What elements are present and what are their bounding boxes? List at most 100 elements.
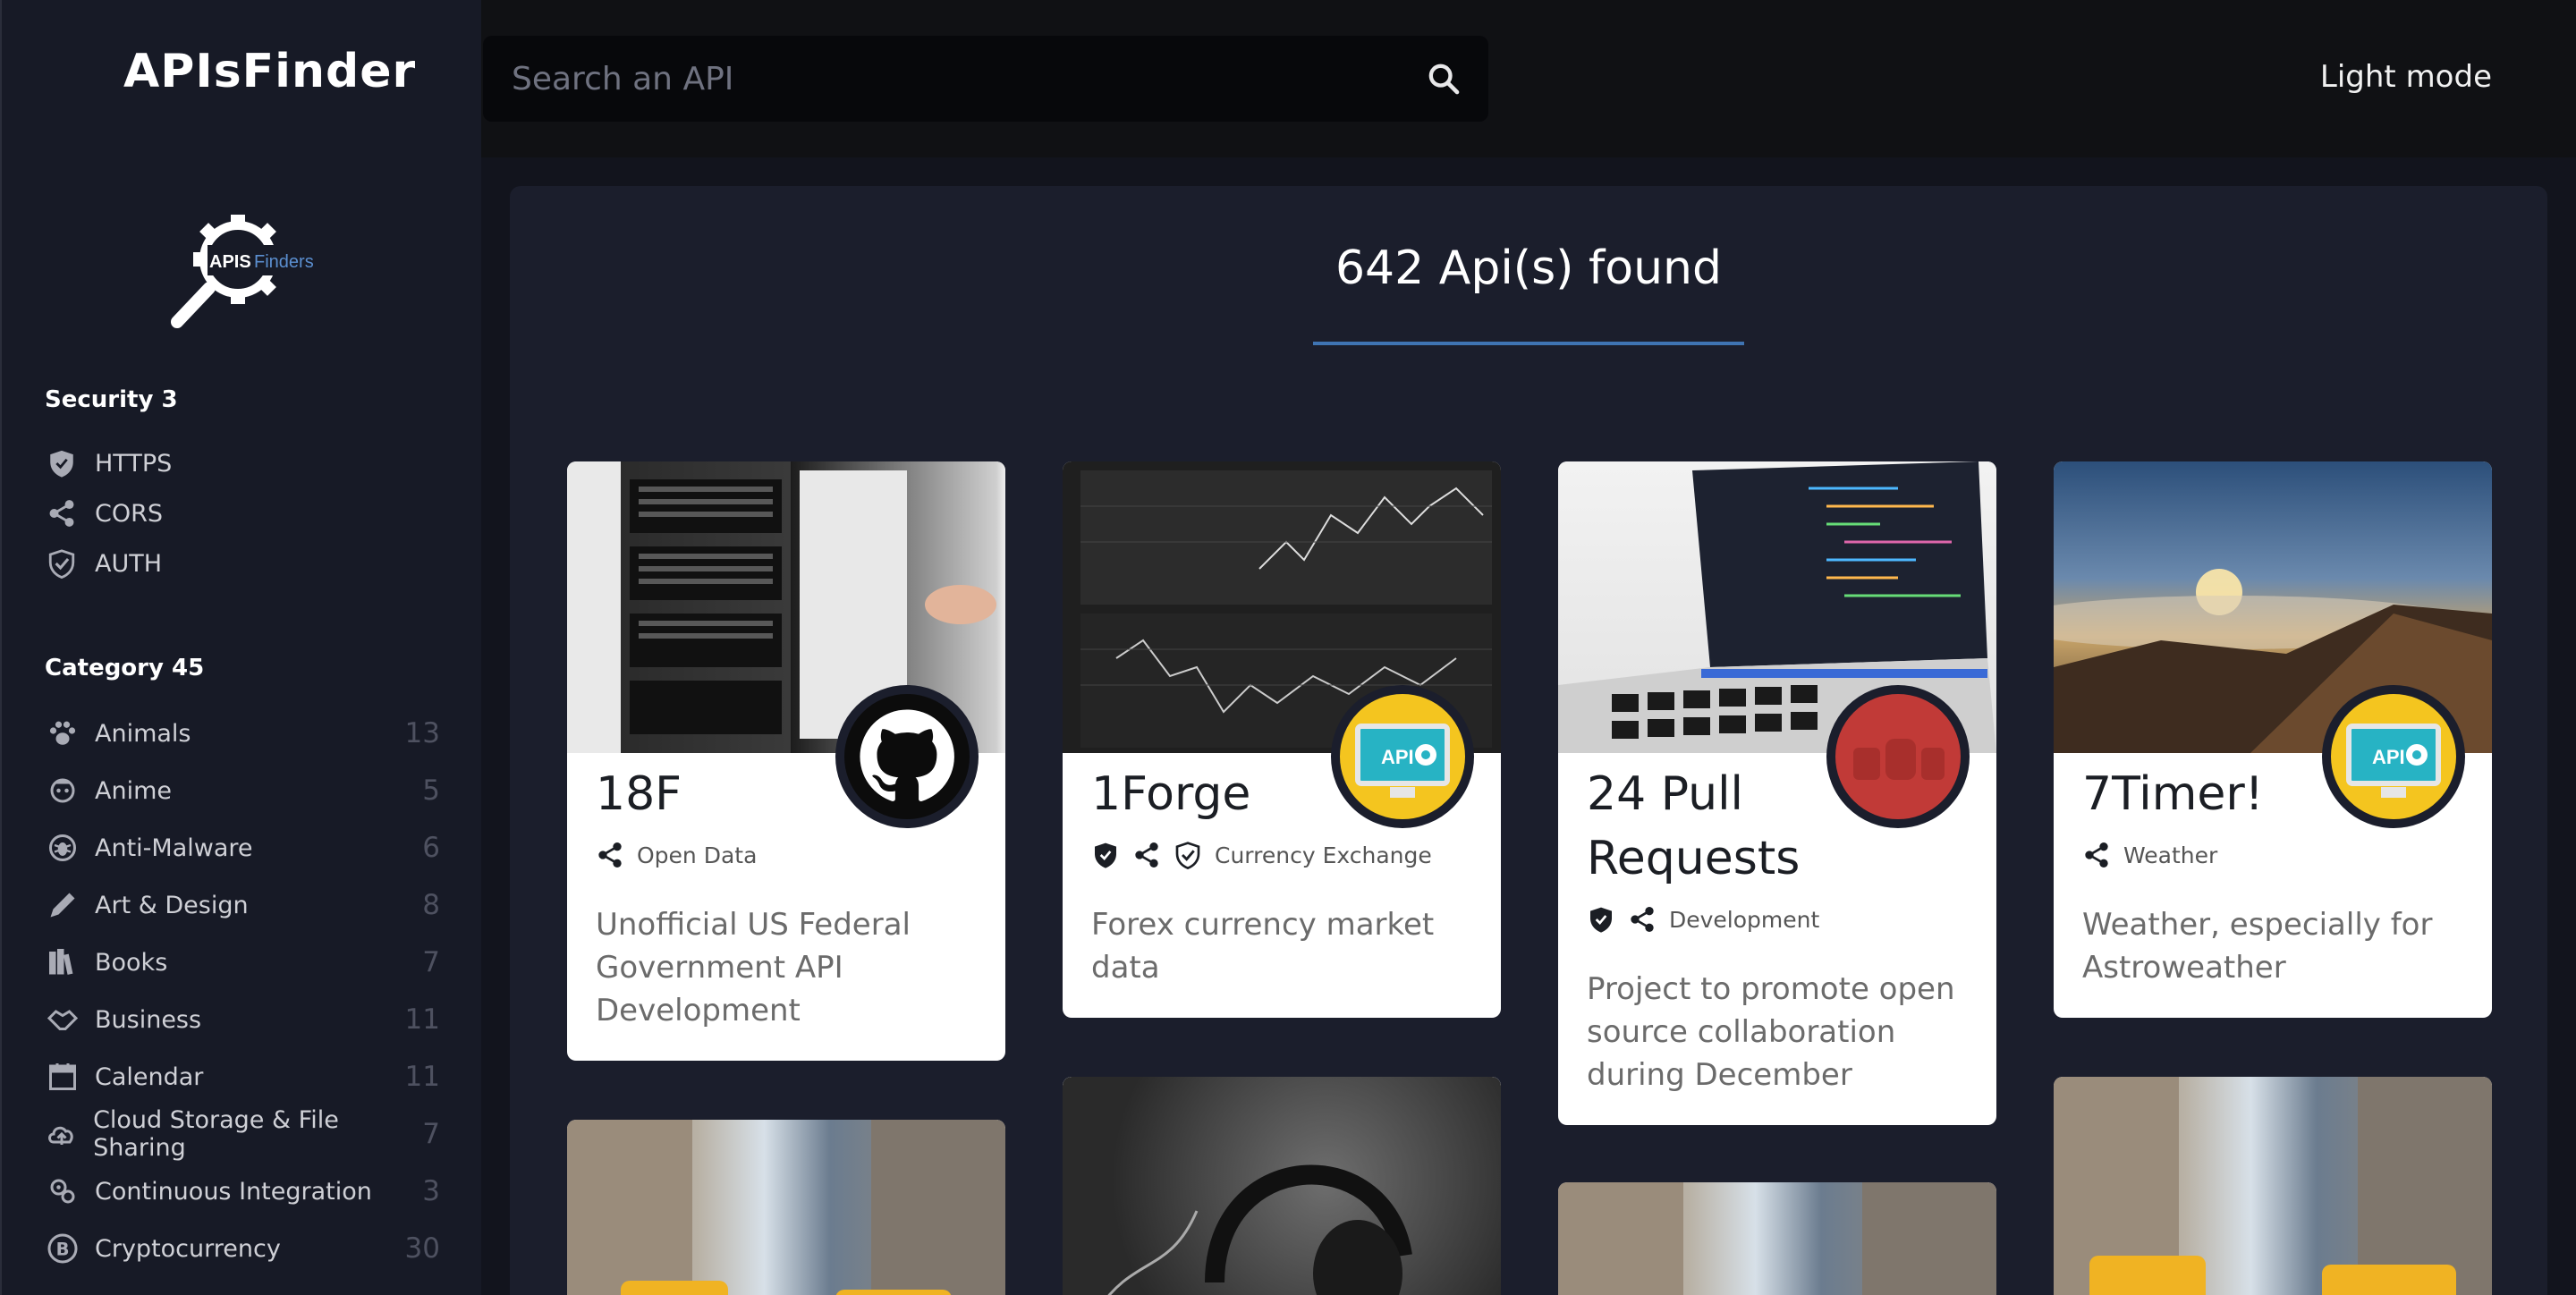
card-image xyxy=(2054,1077,2492,1295)
api-card-7timer[interactable]: API 7Timer! Weather Weather, especially … xyxy=(2054,461,2492,1018)
search-icon[interactable] xyxy=(1426,61,1462,97)
shield-icon xyxy=(1091,841,1120,869)
category-label: Continuous Integration xyxy=(95,1177,372,1206)
books-icon xyxy=(45,944,80,980)
category-count: 13 xyxy=(404,717,440,749)
category-count: 7 xyxy=(422,946,440,978)
category-item-anime[interactable]: Anime 5 xyxy=(45,770,440,811)
calendar-icon xyxy=(45,1059,80,1095)
share-icon xyxy=(45,496,79,530)
category-item-books[interactable]: Books 7 xyxy=(45,942,440,983)
card-image xyxy=(1558,1182,1996,1295)
category-count: 3 xyxy=(422,1175,440,1207)
share-icon xyxy=(1132,841,1161,869)
category-label: Anti-Malware xyxy=(95,834,253,862)
gears-icon xyxy=(45,1173,80,1209)
category-section-title: Category 45 xyxy=(45,655,205,681)
results-panel: 642 Api(s) found 18F Open Data Unofficia… xyxy=(510,186,2547,1295)
pen-icon xyxy=(45,887,80,923)
category-count: 8 xyxy=(422,889,440,921)
card-description: Forex currency market data xyxy=(1091,907,1435,986)
category-label: Art & Design xyxy=(95,891,249,919)
logo-text-apis: APIS xyxy=(209,252,251,272)
card-title: 7Timer! xyxy=(2082,767,2264,821)
card-meta: Open Data xyxy=(596,841,757,869)
category-count: 7 xyxy=(422,1118,440,1150)
bug-icon xyxy=(45,830,80,866)
category-count: 6 xyxy=(422,832,440,864)
category-count: 5 xyxy=(422,774,440,807)
card-title: 1Forge xyxy=(1091,767,1251,821)
card-category: Development xyxy=(1669,906,1820,933)
share-icon xyxy=(2082,841,2111,869)
api-card-row2-1[interactable] xyxy=(567,1120,1005,1295)
api-card-24-pull-requests[interactable]: 24 Pull Requests Development Project to … xyxy=(1558,461,1996,1125)
auth-check-icon xyxy=(45,546,79,580)
category-item-calendar[interactable]: Calendar 11 xyxy=(45,1056,440,1097)
category-label: Calendar xyxy=(95,1062,204,1091)
category-label: Cloud Storage & File Sharing xyxy=(93,1106,339,1162)
top-bar: Light mode xyxy=(481,0,2576,157)
card-meta: Weather xyxy=(2082,841,2217,869)
category-label: Animals xyxy=(95,719,191,748)
security-item-auth[interactable]: AUTH xyxy=(45,546,162,581)
shield-icon xyxy=(1587,905,1615,934)
api-card-row2-4[interactable] xyxy=(2054,1077,2492,1295)
card-category: Currency Exchange xyxy=(1215,842,1432,868)
category-label: Cryptocurrency xyxy=(95,1234,281,1263)
apisfinder-logo: APIS Finders xyxy=(171,215,320,328)
share-icon xyxy=(596,841,624,869)
card-description: Weather, especially for Astroweather xyxy=(2082,907,2433,986)
title-underline xyxy=(1313,342,1744,345)
search-input[interactable] xyxy=(512,36,1388,122)
card-description: Project to promote open source collabora… xyxy=(1587,971,1955,1093)
svg-text:B: B xyxy=(56,1240,70,1260)
handshake-icon xyxy=(45,1002,80,1037)
brand-title[interactable]: APIsFinder xyxy=(123,45,416,98)
api-card-18f[interactable]: 18F Open Data Unofficial US Federal Gove… xyxy=(567,461,1005,1061)
paw-icon xyxy=(45,715,80,751)
card-image xyxy=(567,1120,1005,1295)
cloud-upload-icon xyxy=(45,1116,79,1152)
auth-check-icon xyxy=(1174,841,1202,869)
bitcoin-icon: B xyxy=(45,1231,80,1266)
security-item-https[interactable]: HTTPS xyxy=(45,445,172,481)
light-mode-toggle[interactable]: Light mode xyxy=(2320,59,2492,95)
share-icon xyxy=(1628,905,1657,934)
svg-text:API: API xyxy=(1381,746,1414,768)
card-meta: Development xyxy=(1587,905,1819,934)
category-item-cryptocurrency[interactable]: B Cryptocurrency 30 xyxy=(45,1228,440,1269)
security-item-cors[interactable]: CORS xyxy=(45,495,163,531)
sidebar: APIsFinder APIS Finders Security 3 HTTPS… xyxy=(0,0,481,1295)
category-item-cloud-storage[interactable]: Cloud Storage & File Sharing 7 xyxy=(45,1106,440,1162)
card-title: 18F xyxy=(596,767,682,821)
card-title: 24 Pull Requests xyxy=(1587,767,1801,885)
category-label: Books xyxy=(95,948,168,977)
card-image xyxy=(1063,1077,1501,1295)
category-item-art-design[interactable]: Art & Design 8 xyxy=(45,884,440,926)
results-count: 642 Api(s) found xyxy=(1335,241,1723,295)
card-category: Weather xyxy=(2123,842,2218,868)
app-window: APIsFinder APIS Finders Security 3 HTTPS… xyxy=(0,0,2576,1295)
api-card-row2-2[interactable] xyxy=(1063,1077,1501,1295)
category-count: 11 xyxy=(404,1061,440,1093)
api-card-row2-3[interactable] xyxy=(1558,1182,1996,1295)
search-box xyxy=(483,36,1488,122)
shield-icon xyxy=(45,446,79,480)
category-label: Anime xyxy=(95,776,172,805)
security-section-title: Security 3 xyxy=(45,386,178,413)
anime-icon xyxy=(45,773,80,808)
api-card-1forge[interactable]: API 1Forge Currency Exchange Forex curre… xyxy=(1063,461,1501,1018)
card-meta: Currency Exchange xyxy=(1091,841,1432,869)
security-item-label: HTTPS xyxy=(95,449,173,478)
logo-text-finders: Finders xyxy=(254,252,314,272)
category-count: 11 xyxy=(404,1003,440,1036)
category-item-anti-malware[interactable]: Anti-Malware 6 xyxy=(45,827,440,868)
security-item-label: AUTH xyxy=(95,549,163,578)
category-item-animals[interactable]: Animals 13 xyxy=(45,713,440,754)
category-item-business[interactable]: Business 11 xyxy=(45,999,440,1040)
category-label: Business xyxy=(95,1005,202,1034)
card-category: Open Data xyxy=(637,842,758,868)
category-item-continuous-integration[interactable]: Continuous Integration 3 xyxy=(45,1171,440,1212)
category-count: 30 xyxy=(404,1232,440,1265)
